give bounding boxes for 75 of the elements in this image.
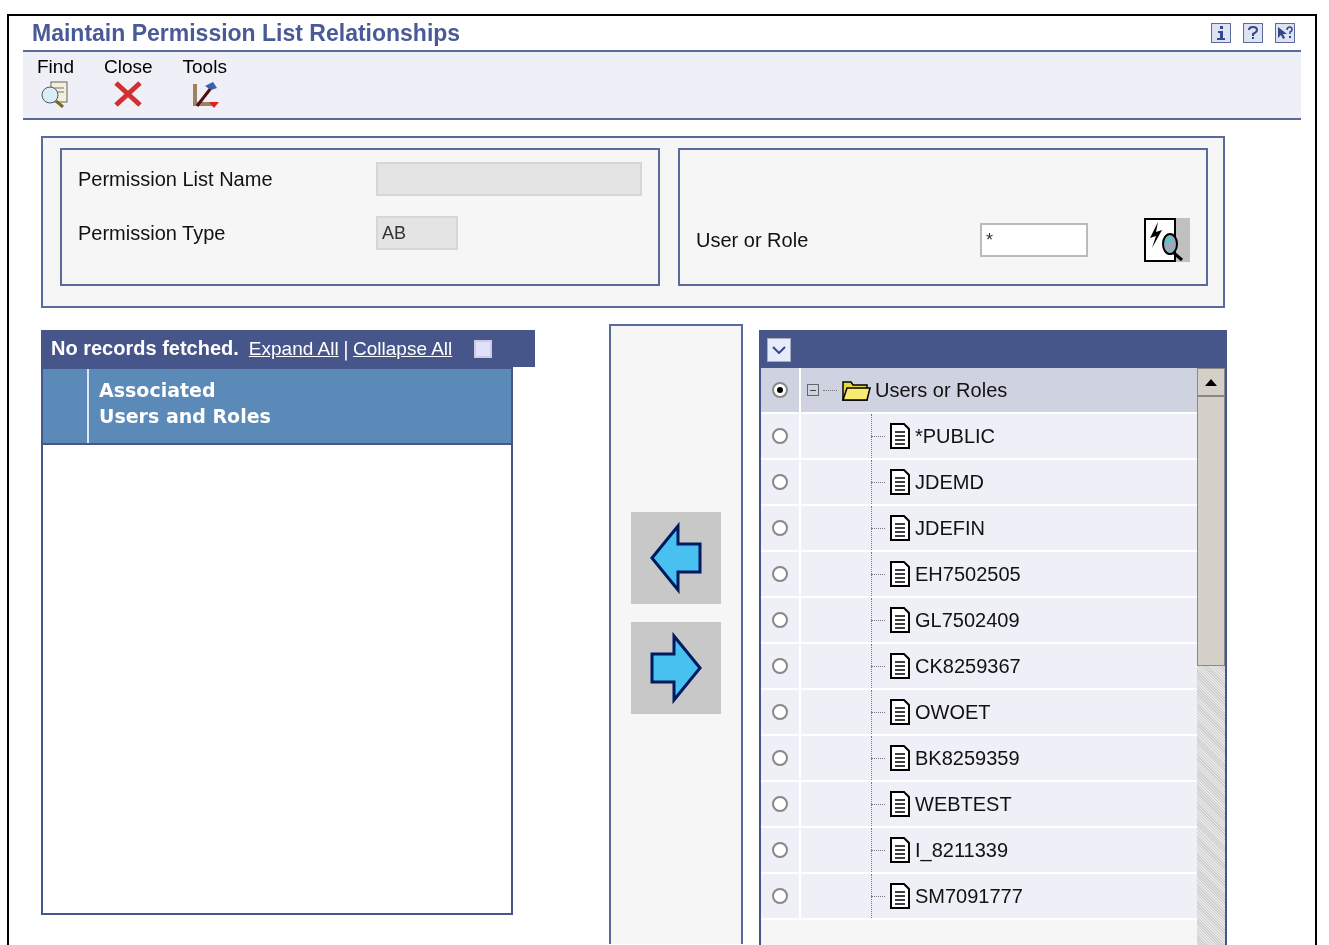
radio-button[interactable] bbox=[772, 704, 788, 720]
tree-row[interactable]: CK8259367 bbox=[761, 644, 1197, 690]
radio-button[interactable] bbox=[772, 520, 788, 536]
tree-node-label: Users or Roles bbox=[875, 378, 1008, 402]
tree-node-label: *PUBLIC bbox=[915, 424, 996, 448]
tree-node-label: BK8259359 bbox=[915, 746, 1020, 770]
tree-node-label: EH7502505 bbox=[915, 562, 1021, 586]
radio-button[interactable] bbox=[772, 658, 788, 674]
scroll-thumb[interactable] bbox=[1197, 396, 1225, 666]
tree-row[interactable]: I_8211339 bbox=[761, 828, 1197, 874]
document-icon bbox=[889, 653, 911, 679]
tree-node-label: I_8211339 bbox=[915, 838, 1009, 862]
tree-node-label: OWOET bbox=[915, 700, 991, 724]
document-icon bbox=[889, 791, 911, 817]
scroll-up-button[interactable] bbox=[1197, 368, 1225, 396]
tree-row[interactable]: WEBTEST bbox=[761, 782, 1197, 828]
document-icon bbox=[889, 883, 911, 909]
radio-button[interactable] bbox=[772, 382, 788, 398]
dropdown-button[interactable] bbox=[767, 338, 791, 362]
document-icon bbox=[889, 607, 911, 633]
window-title: Maintain Permission List Relationships bbox=[32, 19, 461, 47]
tree-row[interactable]: OWOET bbox=[761, 690, 1197, 736]
radio-button[interactable] bbox=[772, 796, 788, 812]
collapse-all-link[interactable]: Collapse All bbox=[353, 337, 453, 360]
pointer-help-icon[interactable] bbox=[1275, 23, 1295, 43]
radio-button[interactable] bbox=[772, 428, 788, 444]
field-label: Permission Type bbox=[78, 221, 227, 245]
document-icon bbox=[889, 515, 911, 541]
tree-node-label: GL7502409 bbox=[915, 608, 1020, 632]
toolbar-button[interactable]: Tools bbox=[182, 56, 227, 114]
radio-button[interactable] bbox=[772, 888, 788, 904]
tree-row[interactable]: JDEMD bbox=[761, 460, 1197, 506]
tree-row[interactable]: BK8259359 bbox=[761, 736, 1197, 782]
tree-row[interactable]: EH7502505 bbox=[761, 552, 1197, 598]
tree-node-label: JDEMD bbox=[915, 470, 984, 494]
link-separator: | bbox=[342, 337, 350, 360]
scrollbar[interactable] bbox=[1197, 368, 1225, 945]
field-label: User or Role bbox=[696, 228, 810, 252]
radio-button[interactable] bbox=[772, 842, 788, 858]
document-icon bbox=[889, 699, 911, 725]
close-icon bbox=[113, 80, 144, 108]
tree-node-label: JDEFIN bbox=[915, 516, 985, 540]
document-icon bbox=[889, 745, 911, 771]
info-icon[interactable] bbox=[1211, 23, 1231, 43]
chevron-down-icon bbox=[772, 346, 786, 354]
tree-row[interactable]: *PUBLIC bbox=[761, 414, 1197, 460]
tree-row[interactable]: Users or Roles bbox=[761, 368, 1197, 414]
toolbar-button[interactable]: Find bbox=[37, 56, 74, 114]
tree-node-label: CK8259367 bbox=[915, 654, 1021, 678]
radio-button[interactable] bbox=[772, 474, 788, 490]
toolbar-button[interactable]: Close bbox=[103, 56, 153, 114]
document-icon bbox=[889, 469, 911, 495]
field-label: Permission List Name bbox=[78, 167, 274, 191]
move-left-button[interactable] bbox=[631, 512, 721, 604]
tree-node-label: SM7091777 bbox=[915, 884, 1023, 908]
expand-all-link[interactable]: Expand All bbox=[248, 337, 339, 360]
tree-row[interactable]: GL7502409 bbox=[761, 598, 1197, 644]
radio-button[interactable] bbox=[772, 566, 788, 582]
tree-node-label: WEBTEST bbox=[915, 792, 1012, 816]
collapse-toggle[interactable] bbox=[807, 384, 819, 396]
folder-icon bbox=[841, 378, 871, 402]
document-icon bbox=[889, 561, 911, 587]
radio-button[interactable] bbox=[772, 750, 788, 766]
move-right-button[interactable] bbox=[631, 622, 721, 714]
document-icon bbox=[889, 423, 911, 449]
user-or-role-field[interactable]: * bbox=[980, 223, 1088, 257]
triangle-up-icon bbox=[1205, 378, 1217, 386]
document-icon bbox=[889, 837, 911, 863]
grid-status: No records fetched. bbox=[51, 337, 239, 360]
tree-row[interactable]: JDEFIN bbox=[761, 506, 1197, 552]
help-icon[interactable] bbox=[1243, 23, 1263, 43]
maximize-icon[interactable] bbox=[474, 339, 493, 358]
visual-assist-icon[interactable] bbox=[1144, 218, 1190, 262]
tree-row[interactable]: SM7091777 bbox=[761, 874, 1197, 920]
radio-button[interactable] bbox=[772, 612, 788, 628]
